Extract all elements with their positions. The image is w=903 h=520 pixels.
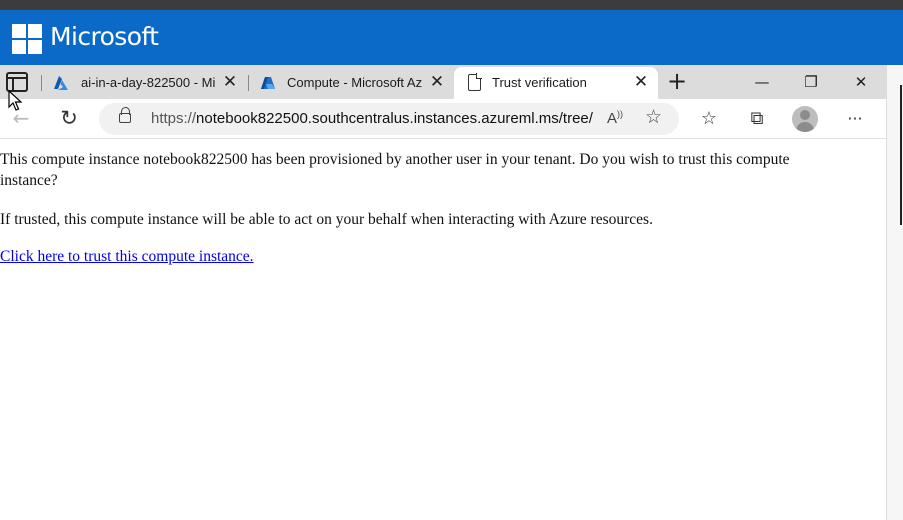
tab-close-icon[interactable]: ✕	[221, 72, 239, 92]
favorites-icon[interactable]: ☆	[697, 107, 721, 131]
tab-trust-verification[interactable]: Trust verification ✕	[454, 67, 658, 99]
page-icon	[468, 73, 482, 91]
new-tab-button[interactable]: +	[664, 69, 690, 95]
tab-close-icon[interactable]: ✕	[632, 72, 650, 92]
refresh-icon[interactable]: ↻	[56, 105, 82, 131]
tab-title: Trust verification	[492, 75, 587, 90]
tab-title: Compute - Microsoft Az	[287, 75, 422, 90]
azure-icon	[54, 76, 68, 90]
url-protocol: https://	[151, 110, 197, 127]
lock-icon[interactable]	[119, 107, 131, 123]
tab-separator	[248, 75, 249, 91]
read-aloud-label: A	[607, 110, 618, 127]
tab-strip: ai-in-a-day-822500 - Mi ✕ Compute - Micr…	[0, 65, 886, 99]
trust-explanation-paragraph: If trusted, this compute instance will b…	[0, 211, 653, 228]
more-options-icon[interactable]: ···	[843, 107, 867, 131]
browser-toolbar: ← ↻ https://notebook822500.southcentralu…	[0, 99, 886, 139]
url-host: notebook822500.southcentralus.instances.…	[196, 110, 593, 127]
trust-question-paragraph: This compute instance notebook822500 has…	[0, 151, 790, 189]
address-bar[interactable]: https://notebook822500.southcentralus.in…	[99, 103, 679, 135]
tab-separator	[41, 75, 42, 91]
azureml-icon	[261, 77, 275, 89]
read-aloud-icon[interactable]: A))	[607, 109, 623, 127]
mouse-cursor-icon	[8, 90, 22, 111]
collections-icon[interactable]: ⧉	[745, 107, 769, 131]
minimize-button[interactable]: —	[742, 69, 782, 95]
microsoft-banner: Microsoft	[0, 10, 903, 65]
tab-title: ai-in-a-day-822500 - Mi	[81, 75, 216, 90]
tab-compute[interactable]: Compute - Microsoft Az ✕	[252, 67, 452, 99]
profile-avatar-icon[interactable]	[792, 106, 818, 132]
trust-instance-link[interactable]: Click here to trust this compute instanc…	[0, 248, 254, 266]
close-window-button[interactable]: ✕	[841, 69, 881, 95]
restore-button[interactable]: ❐	[791, 69, 831, 95]
tab-actions-icon[interactable]	[6, 72, 28, 92]
tab-close-icon[interactable]: ✕	[428, 72, 446, 92]
tab-ai-in-a-day[interactable]: ai-in-a-day-822500 - Mi ✕	[45, 67, 245, 99]
browser-window: ai-in-a-day-822500 - Mi ✕ Compute - Micr…	[0, 65, 886, 520]
microsoft-brand-text: Microsoft	[50, 22, 159, 51]
side-panel-edge	[886, 65, 903, 520]
top-system-bar	[0, 0, 903, 10]
page-content: This compute instance notebook822500 has…	[0, 139, 886, 520]
url-text[interactable]: https://notebook822500.southcentralus.in…	[151, 110, 593, 127]
add-favorite-icon[interactable]: ☆	[645, 106, 662, 128]
microsoft-logo-icon	[12, 24, 43, 55]
